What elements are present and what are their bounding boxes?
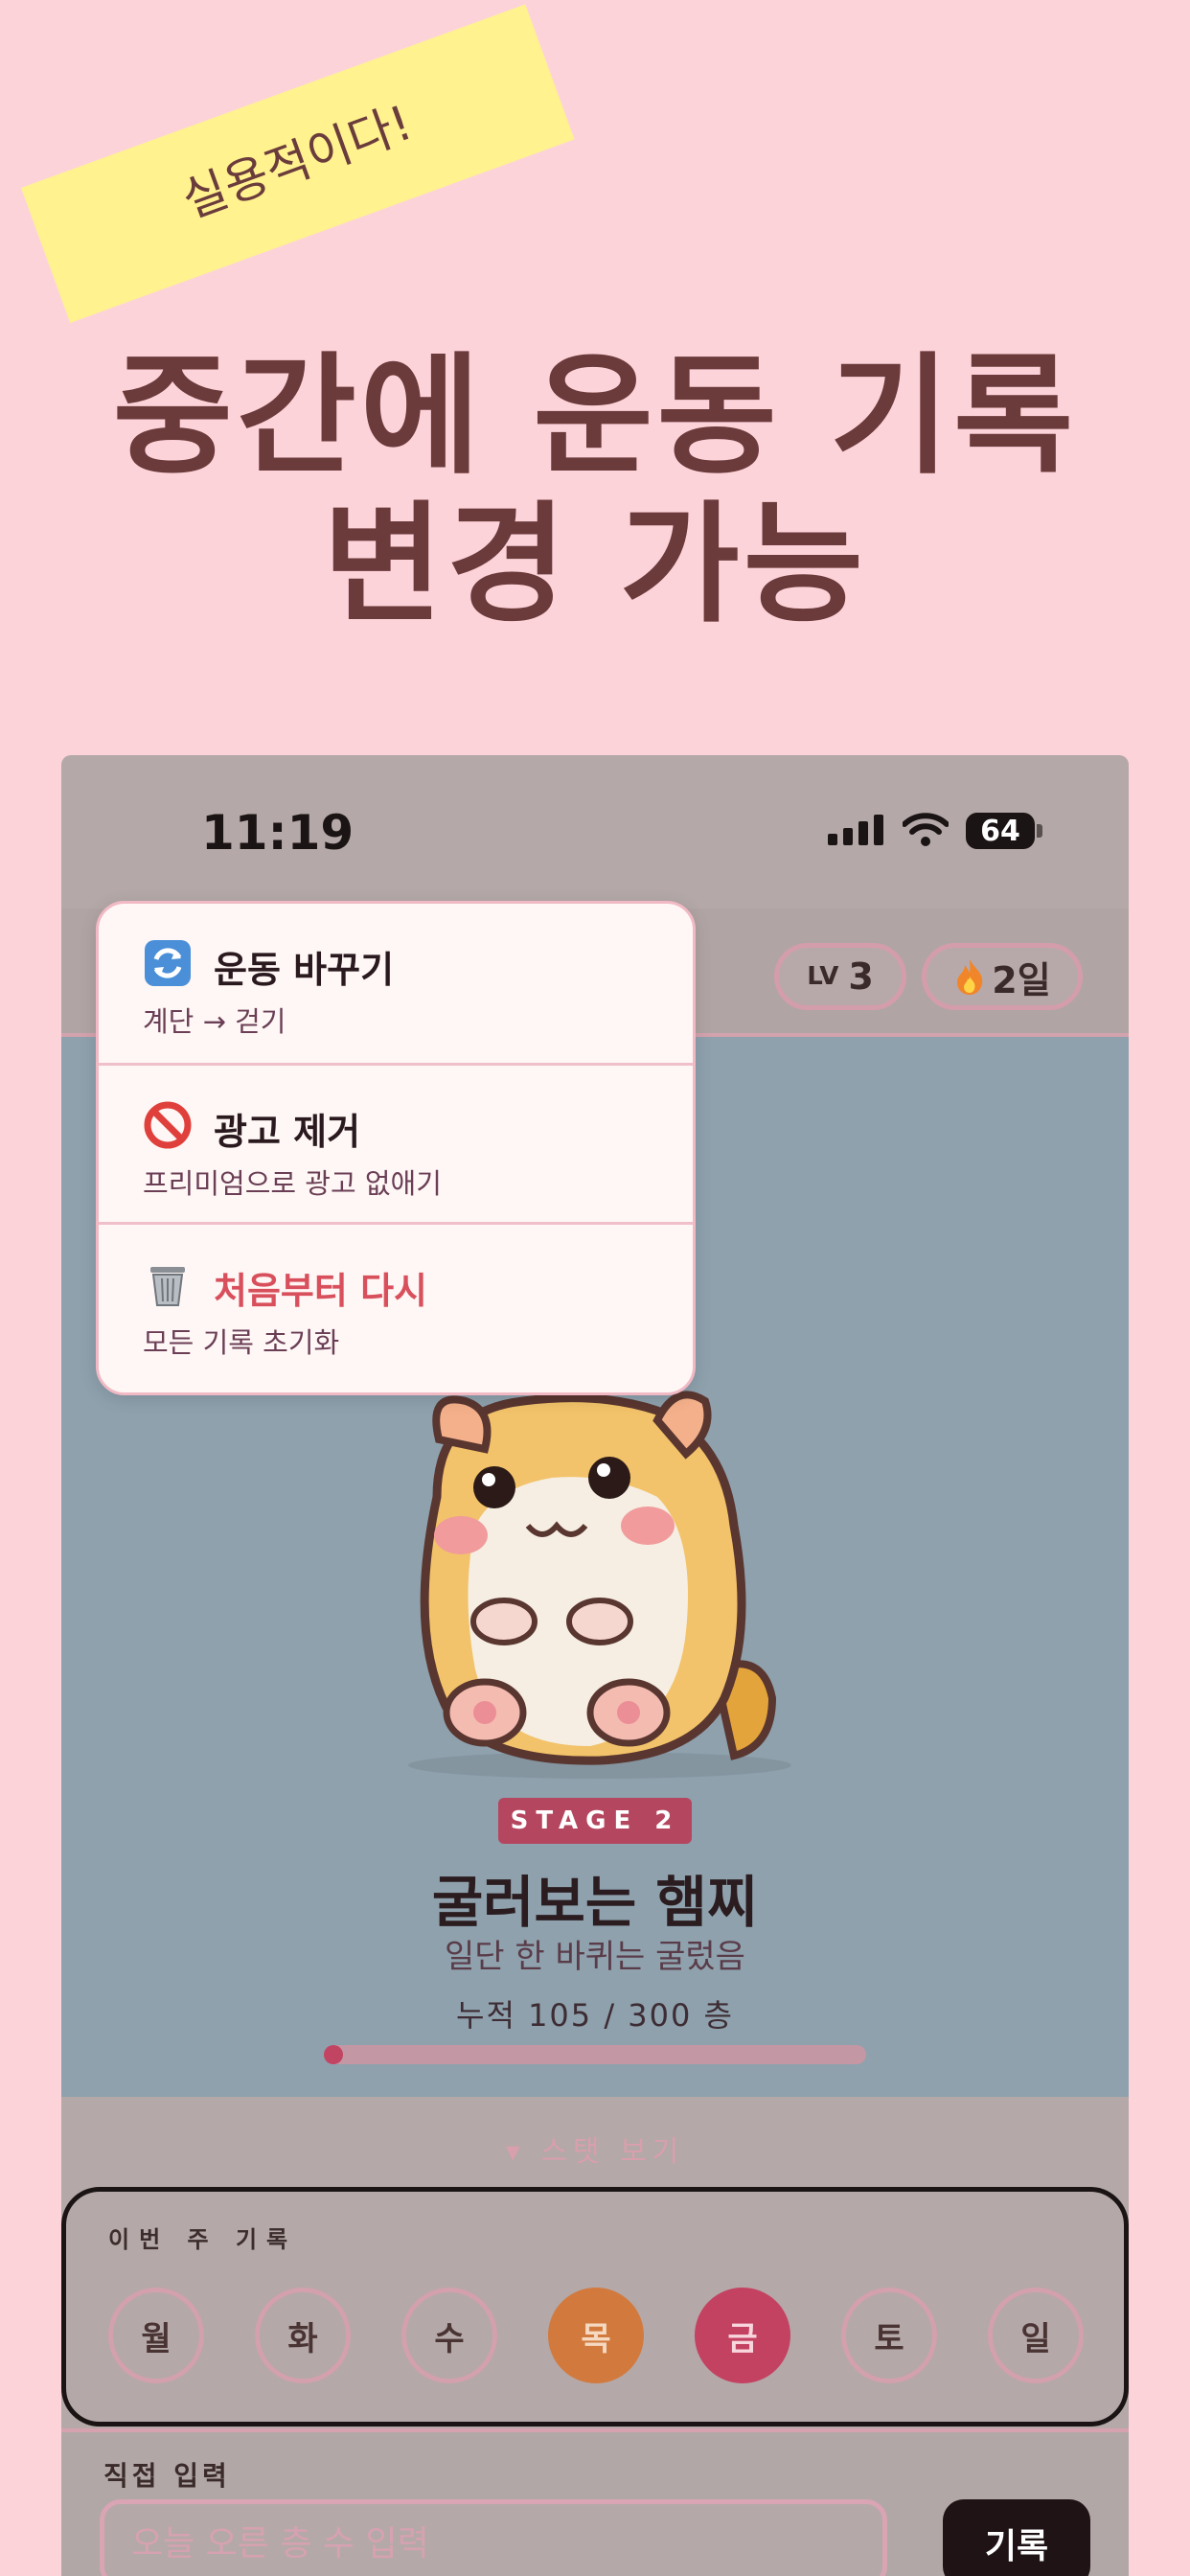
streak-badge[interactable]: 2일: [922, 943, 1083, 1010]
menu-item-remove-ads[interactable]: 광고 제거 프리미엄으로 광고 없애기: [99, 1063, 693, 1225]
menu-item-subtitle: 계단 → 걷기: [143, 1005, 286, 1038]
floors-input[interactable]: [100, 2499, 887, 2576]
direct-input-label: 직접 입력: [103, 2460, 231, 2492]
cellular-signal-icon: [828, 815, 883, 845]
promo-tag-text: 실용적이다!: [174, 94, 420, 229]
menu-item-reset[interactable]: 처음부터 다시 모든 기록 초기화: [99, 1222, 693, 1384]
promo-headline-line1: 중간에 운동 기록: [112, 341, 1078, 493]
menu-item-subtitle: 프리미엄으로 광고 없애기: [143, 1167, 442, 1200]
menu-item-change-exercise[interactable]: 운동 바꾸기 계단 → 걷기: [99, 904, 693, 1063]
stats-toggle-button[interactable]: ▾ 스탯 보기: [61, 2128, 1129, 2170]
menu-item-title: 처음부터 다시: [214, 1270, 427, 1312]
streak-value: 2일: [992, 958, 1051, 1001]
day-mon[interactable]: 월: [108, 2288, 204, 2383]
day-tue[interactable]: 화: [255, 2288, 351, 2383]
day-wed[interactable]: 수: [401, 2288, 497, 2383]
record-button[interactable]: 기록: [943, 2499, 1090, 2576]
battery-icon: 64: [966, 813, 1035, 849]
prohibited-icon: [144, 1101, 192, 1149]
trash-icon: [150, 1267, 185, 1306]
refresh-icon: [145, 940, 191, 986]
stage-badge: STAGE 2: [498, 1798, 692, 1844]
level-value: 3: [848, 955, 874, 998]
day-thu[interactable]: 목: [548, 2288, 644, 2383]
battery-level: 64: [980, 814, 1020, 848]
promo-headline-line2: 변경 가능: [323, 490, 867, 641]
total-floors: 누적 105 / 300 층: [456, 1997, 734, 2034]
promo-tag: 실용적이다!: [21, 4, 575, 323]
day-sun[interactable]: 일: [988, 2288, 1084, 2383]
weekly-record-card: 이번 주 기록 월 화 수 목 금 토 일: [61, 2187, 1129, 2426]
direct-input-section: 직접 입력 기록: [61, 2428, 1129, 2576]
fire-icon: [957, 959, 983, 995]
character-name: 굴러보는 햄찌: [431, 1870, 759, 1935]
hamster-character: [408, 1391, 791, 1779]
options-menu: 운동 바꾸기 계단 → 걷기 광고 제거 프리미엄으로 광고 없애기 처음부터 …: [96, 901, 696, 1395]
status-time: 11:19: [201, 805, 355, 861]
menu-item-subtitle: 모든 기록 초기화: [143, 1326, 340, 1359]
day-fri[interactable]: 금: [695, 2288, 790, 2383]
battery-cap: [1037, 824, 1042, 838]
progress-bar: [324, 2045, 866, 2064]
level-prefix: LV: [807, 962, 839, 991]
weekly-record-title: 이번 주 기록: [108, 2226, 298, 2253]
wifi-icon: [903, 813, 949, 846]
day-sat[interactable]: 토: [841, 2288, 937, 2383]
progress-fill: [324, 2045, 343, 2064]
menu-item-title: 운동 바꾸기: [214, 949, 395, 991]
menu-item-title: 광고 제거: [214, 1111, 361, 1153]
level-badge: LV 3: [774, 943, 906, 1010]
character-subtitle: 일단 한 바퀴는 굴렀음: [445, 1938, 745, 1976]
